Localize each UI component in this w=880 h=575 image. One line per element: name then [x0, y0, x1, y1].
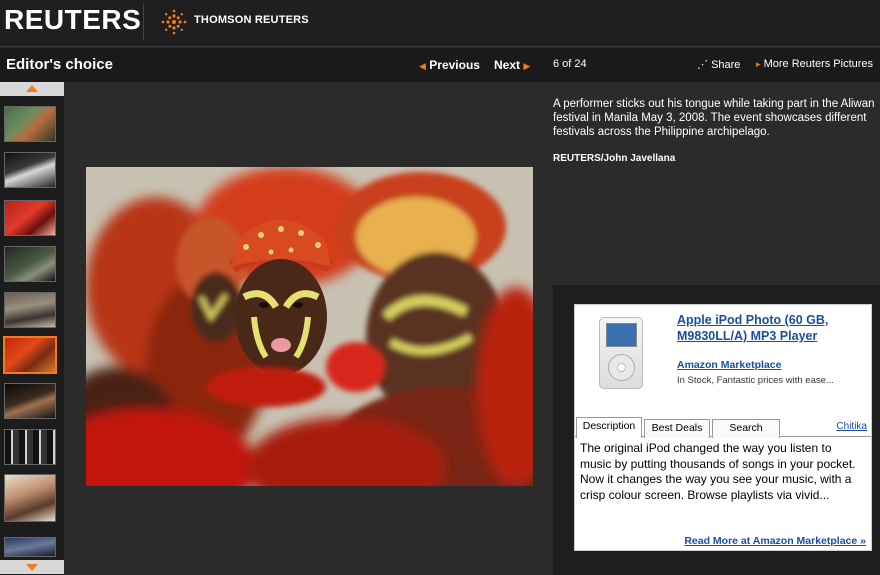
chitika-ad: Apple iPod Photo (60 GB, M9830LL/A) MP3 … [574, 304, 872, 551]
thumbnail-1[interactable] [4, 106, 56, 142]
thumbnail-7[interactable] [4, 383, 56, 419]
ad-stock-status: In Stock, Fantastic prices with ease... [677, 375, 834, 386]
ipod-click-wheel [608, 354, 635, 381]
tab-best-deals[interactable]: Best Deals [644, 419, 710, 438]
ad-product-title-link[interactable]: Apple iPod Photo (60 GB, M9830LL/A) MP3 … [677, 312, 867, 344]
tab-search[interactable]: Search [712, 419, 780, 438]
thomson-reuters-logo-icon[interactable] [160, 8, 188, 36]
thumbnail-6-active[interactable] [3, 336, 57, 374]
scroll-up-button[interactable] [0, 82, 64, 96]
chitika-link[interactable]: Chitika [836, 421, 867, 432]
thumbnail-8[interactable] [4, 429, 56, 465]
next-button[interactable]: Next ▶ [494, 58, 530, 72]
chevron-right-icon: ▶ [523, 61, 531, 71]
scroll-down-button[interactable] [0, 560, 64, 574]
thumbnail-5[interactable] [4, 292, 56, 328]
more-pictures-label: More Reuters Pictures [763, 58, 874, 70]
ipod-product-image[interactable] [599, 317, 643, 389]
site-header: REUTERS THOMSON REUTERS [0, 0, 880, 47]
thumbnail-strip [0, 82, 64, 575]
main-photo[interactable] [86, 167, 533, 486]
ad-description: The original iPod changed the way you li… [580, 441, 856, 502]
thomson-reuters-wordmark: THOMSON REUTERS [194, 14, 309, 26]
tab-description[interactable]: Description [576, 417, 642, 438]
arrow-down-icon [26, 564, 38, 571]
ad-tab-bar: Description Best Deals Search [575, 417, 871, 438]
thumbnail-3[interactable] [4, 200, 56, 236]
photo-credit: REUTERS/John Javellana [553, 153, 676, 164]
chevron-right-icon: ▸ [756, 59, 761, 69]
previous-button[interactable]: ◀ Previous [419, 58, 480, 72]
more-pictures-link[interactable]: ▸ More Reuters Pictures [756, 58, 873, 70]
thumbnail-2[interactable] [4, 152, 56, 188]
section-title: Editor's choice [6, 56, 113, 73]
share-label: Share [711, 59, 741, 71]
festival-performer-photo [86, 167, 533, 486]
read-more-link[interactable]: Read More at Amazon Marketplace » [684, 535, 866, 547]
photo-caption: A performer sticks out his tongue while … [553, 98, 875, 138]
ipod-center-button [617, 363, 626, 372]
header-divider [143, 3, 144, 40]
thumbnail-4[interactable] [4, 246, 56, 282]
share-icon: ⋰ [697, 59, 708, 71]
previous-label: Previous [429, 58, 480, 72]
thumbnail-10[interactable] [4, 537, 56, 557]
share-button[interactable]: ⋰ Share [697, 58, 740, 71]
ad-seller-link[interactable]: Amazon Marketplace [677, 359, 781, 371]
slide-counter: 6 of 24 [553, 58, 587, 70]
gallery-toolbar: Editor's choice ◀ Previous Next ▶ 6 of 2… [0, 48, 880, 82]
next-label: Next [494, 58, 521, 72]
arrow-up-icon [26, 85, 38, 92]
ipod-screen [606, 323, 637, 347]
thumbnail-9[interactable] [4, 474, 56, 522]
reuters-logo[interactable]: REUTERS [4, 4, 141, 36]
chevron-left-icon: ◀ [419, 61, 426, 71]
